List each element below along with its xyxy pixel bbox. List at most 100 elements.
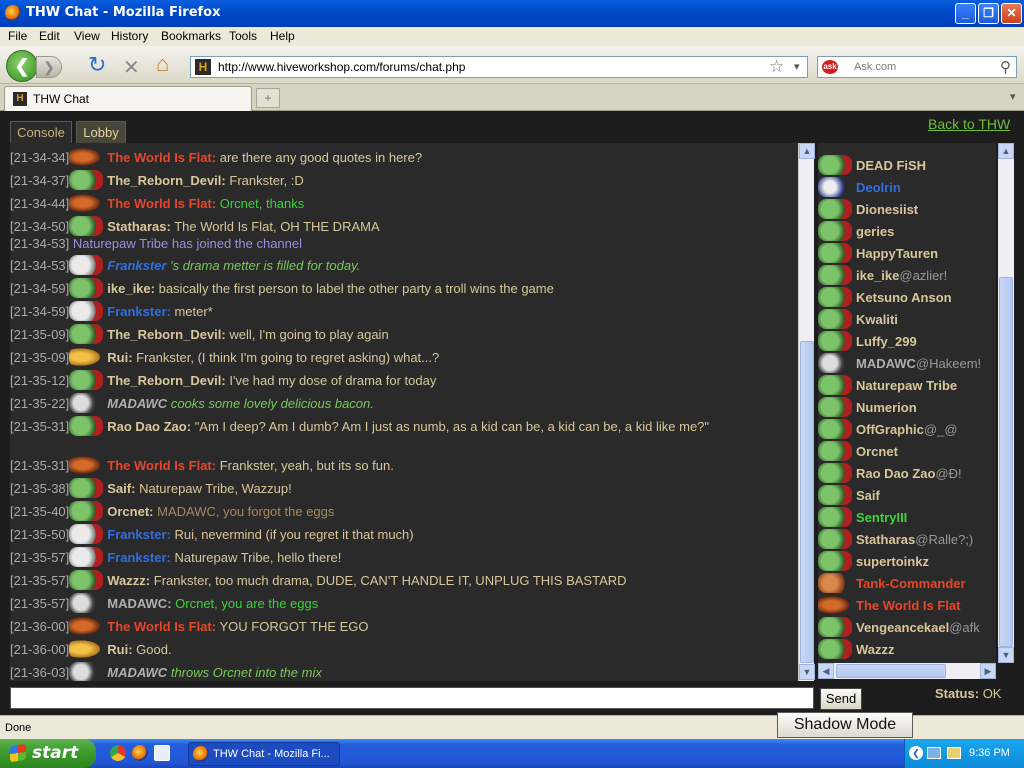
user-list-item[interactable]: Luffy_299	[818, 331, 917, 353]
user-list-item[interactable]: HappyTauren	[818, 243, 938, 265]
message-username[interactable]: Saif:	[107, 481, 135, 496]
volume-icon[interactable]	[947, 747, 961, 759]
search-go-icon[interactable]: ⚲	[1000, 58, 1011, 76]
user-list-item[interactable]: Ketsuno Anson	[818, 287, 952, 309]
forward-button[interactable]: ❯	[36, 56, 62, 78]
back-button[interactable]: ❮	[6, 50, 38, 82]
chat-scrollbar[interactable]: ▲ ▼	[798, 143, 815, 681]
stop-icon[interactable]: ✕	[123, 55, 140, 80]
close-button[interactable]: ✕	[1001, 3, 1022, 24]
back-to-thw-link[interactable]: Back to THW	[928, 116, 1010, 132]
menu-help[interactable]: Help	[270, 29, 295, 43]
message-username[interactable]: Statharas:	[107, 219, 171, 234]
menu-edit[interactable]: Edit	[39, 29, 60, 43]
message-username[interactable]: Rui:	[107, 642, 132, 657]
tab-lobby[interactable]: Lobby	[76, 121, 126, 143]
menu-view[interactable]: View	[74, 29, 100, 43]
message-timestamp: [21-35-22]	[10, 396, 70, 411]
user-list-item[interactable]: Orcnet	[818, 441, 898, 463]
message-username[interactable]: MADAWC	[107, 396, 167, 411]
message-text: The World Is Flat, OH THE DRAMA	[174, 219, 380, 234]
message-username[interactable]: The_Reborn_Devil:	[107, 173, 225, 188]
menu-bookmarks[interactable]: Bookmarks	[161, 29, 221, 43]
user-scroll-thumb[interactable]	[999, 277, 1013, 647]
user-list-item[interactable]: DEAD FiSH	[818, 155, 926, 177]
scroll-up-arrow[interactable]: ▲	[799, 143, 815, 159]
message-username[interactable]: Frankster:	[107, 527, 171, 542]
bookmark-star-icon[interactable]: ☆	[769, 57, 784, 77]
user-list-item[interactable]: The World Is Flat	[818, 595, 961, 617]
firefox-quicklaunch-icon[interactable]	[132, 745, 148, 761]
tab-thw-chat[interactable]: H THW Chat	[4, 86, 252, 111]
send-button[interactable]: Send	[820, 688, 862, 710]
user-list-item[interactable]: MADAWC@Hakeem!	[818, 353, 981, 375]
home-icon[interactable]: ⌂	[156, 51, 169, 77]
message-username[interactable]: The_Reborn_Devil:	[107, 327, 225, 342]
message-username[interactable]: The World Is Flat:	[107, 619, 216, 634]
message-timestamp: [21-34-34]	[10, 150, 70, 165]
user-list-item[interactable]: Rao Dao Zao@Ð!	[818, 463, 962, 485]
message-username[interactable]: The World Is Flat:	[107, 150, 216, 165]
user-scroll-left-arrow[interactable]: ◀	[818, 663, 834, 679]
user-list-scrollbar[interactable]: ▲ ▼	[998, 143, 1014, 663]
user-list-item[interactable]: Deolrin	[818, 177, 901, 199]
search-placeholder[interactable]: Ask.com	[854, 61, 896, 73]
message-username[interactable]: Frankster	[107, 258, 166, 273]
message-username[interactable]: Wazzz:	[107, 573, 150, 588]
message-username[interactable]: Orcnet:	[107, 504, 153, 519]
user-scroll-right-arrow[interactable]: ▶	[980, 663, 996, 679]
user-list-hscrollbar[interactable]: ◀ ▶	[818, 663, 996, 679]
message-username[interactable]: The_Reborn_Devil:	[107, 373, 225, 388]
message-username[interactable]: Frankster:	[107, 304, 171, 319]
url-bar[interactable]: H http://www.hiveworkshop.com/forums/cha…	[190, 56, 808, 78]
url-dropdown-icon[interactable]: ▾	[794, 60, 800, 73]
user-list-item[interactable]: SentryIII	[818, 507, 907, 529]
scroll-thumb[interactable]	[800, 341, 814, 663]
shadow-mode-button[interactable]: Shadow Mode	[777, 712, 913, 738]
user-list-item[interactable]: geries	[818, 221, 894, 243]
tab-console[interactable]: Console	[10, 121, 72, 143]
user-list-item[interactable]: OffGraphic@_@	[818, 419, 958, 441]
chrome-quicklaunch-icon[interactable]	[110, 745, 126, 761]
reload-icon[interactable]: ↻	[88, 52, 106, 78]
user-scroll-up-arrow[interactable]: ▲	[998, 143, 1014, 159]
menu-tools[interactable]: Tools	[229, 29, 257, 43]
taskbar-item-firefox[interactable]: THW Chat - Mozilla Fi...	[188, 742, 340, 766]
maximize-button[interactable]: ❐	[978, 3, 999, 24]
message-username[interactable]: Rui:	[107, 350, 132, 365]
user-list-item[interactable]: Naturepaw Tribe	[818, 375, 957, 397]
user-list-item[interactable]: Kwaliti	[818, 309, 898, 331]
message-username[interactable]: Naturepaw Tribe	[73, 236, 168, 251]
new-tab-button[interactable]: +	[256, 88, 280, 108]
message-input[interactable]	[10, 687, 814, 709]
user-scroll-down-arrow[interactable]: ▼	[998, 647, 1014, 663]
scroll-down-arrow[interactable]: ▼	[799, 664, 815, 680]
user-list-item[interactable]: supertoinkz	[818, 551, 929, 573]
message-username[interactable]: Frankster:	[107, 550, 171, 565]
user-list-item[interactable]: Statharas@Ralle?;)	[818, 529, 973, 551]
tray-expand-icon[interactable]: ❮	[909, 746, 923, 760]
search-bar[interactable]: ask Ask.com ⚲	[817, 56, 1017, 78]
user-list-item[interactable]: Wazzz	[818, 639, 895, 661]
menu-history[interactable]: History	[111, 29, 148, 43]
message-username[interactable]: The World Is Flat:	[107, 458, 216, 473]
message-username[interactable]: MADAWC	[107, 665, 167, 680]
show-desktop-icon[interactable]	[154, 745, 170, 761]
user-list-item[interactable]: Tank-Commander	[818, 573, 966, 595]
user-list-item[interactable]: Saif	[818, 485, 880, 507]
tab-list-dropdown-icon[interactable]: ▾	[1010, 90, 1016, 103]
user-hscroll-thumb[interactable]	[836, 664, 946, 678]
message-username[interactable]: MADAWC:	[107, 596, 171, 611]
message-username[interactable]: Rao Dao Zao:	[107, 419, 191, 434]
message-username[interactable]: The World Is Flat:	[107, 196, 216, 211]
url-text[interactable]: http://www.hiveworkshop.com/forums/chat.…	[218, 60, 465, 74]
network-icon[interactable]	[927, 747, 941, 759]
message-username[interactable]: ike_ike:	[107, 281, 155, 296]
minimize-button[interactable]: _	[955, 3, 976, 24]
user-list-item[interactable]: Vengeancekael@afk	[818, 617, 980, 639]
menu-file[interactable]: File	[8, 29, 27, 43]
user-list-item[interactable]: Numerion	[818, 397, 917, 419]
user-list-item[interactable]: ike_ike@azlier!	[818, 265, 947, 287]
user-list-item[interactable]: Dionesiist	[818, 199, 918, 221]
ask-engine-icon[interactable]: ask	[822, 60, 838, 74]
